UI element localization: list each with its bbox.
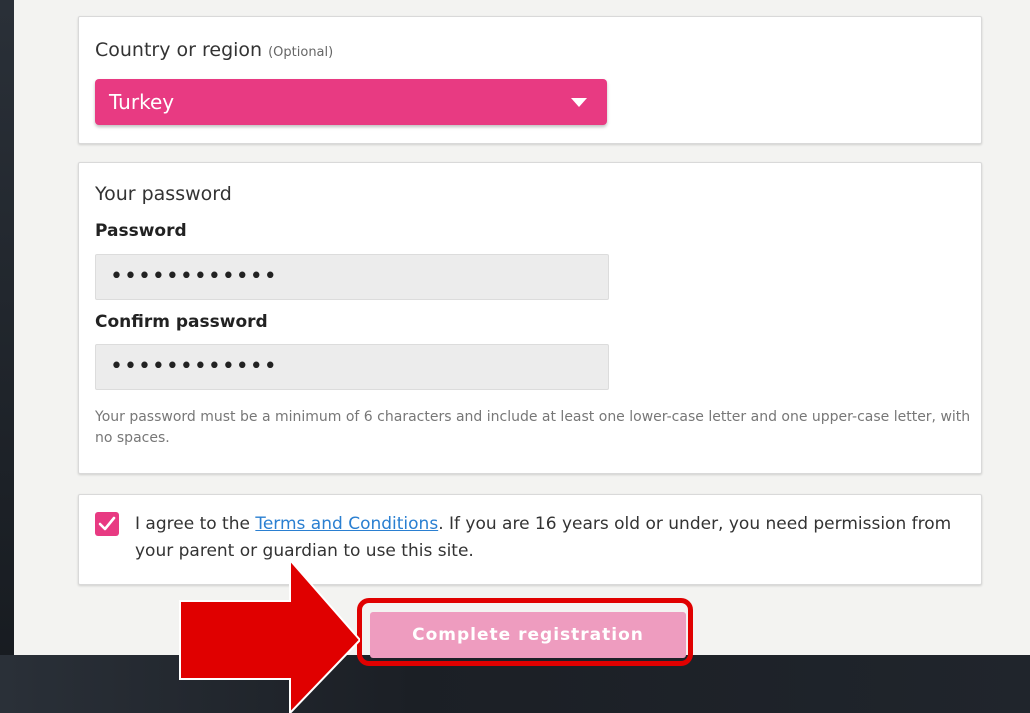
- terms-link[interactable]: Terms and Conditions: [255, 514, 438, 534]
- checkmark-icon: [98, 516, 116, 531]
- chevron-down-icon: [571, 98, 587, 107]
- annotation-highlight-box: [357, 598, 693, 666]
- country-label: Country or region (Optional): [95, 39, 333, 61]
- background-left-edge: [0, 0, 14, 713]
- terms-text: I agree to the Terms and Conditions. If …: [135, 511, 965, 565]
- confirm-password-field[interactable]: ••••••••••••: [95, 344, 609, 390]
- country-select[interactable]: Turkey: [95, 79, 607, 125]
- terms-checkbox[interactable]: [95, 512, 119, 536]
- optional-tag: (Optional): [268, 45, 334, 60]
- password-label: Password: [95, 221, 187, 241]
- password-card: Your password Password •••••••••••• Conf…: [78, 162, 982, 474]
- annotation-arrow-icon: [179, 560, 360, 713]
- confirm-password-label: Confirm password: [95, 312, 268, 332]
- terms-prefix: I agree to the: [135, 514, 256, 534]
- country-label-text: Country or region: [95, 39, 263, 61]
- password-section-title: Your password: [95, 183, 232, 205]
- password-hint: Your password must be a minimum of 6 cha…: [95, 409, 971, 446]
- password-field[interactable]: ••••••••••••: [95, 254, 609, 300]
- country-card: Country or region (Optional) Turkey: [78, 16, 982, 144]
- registration-page: Country or region (Optional) Turkey Your …: [14, 0, 1030, 655]
- country-selected-value: Turkey: [109, 90, 175, 114]
